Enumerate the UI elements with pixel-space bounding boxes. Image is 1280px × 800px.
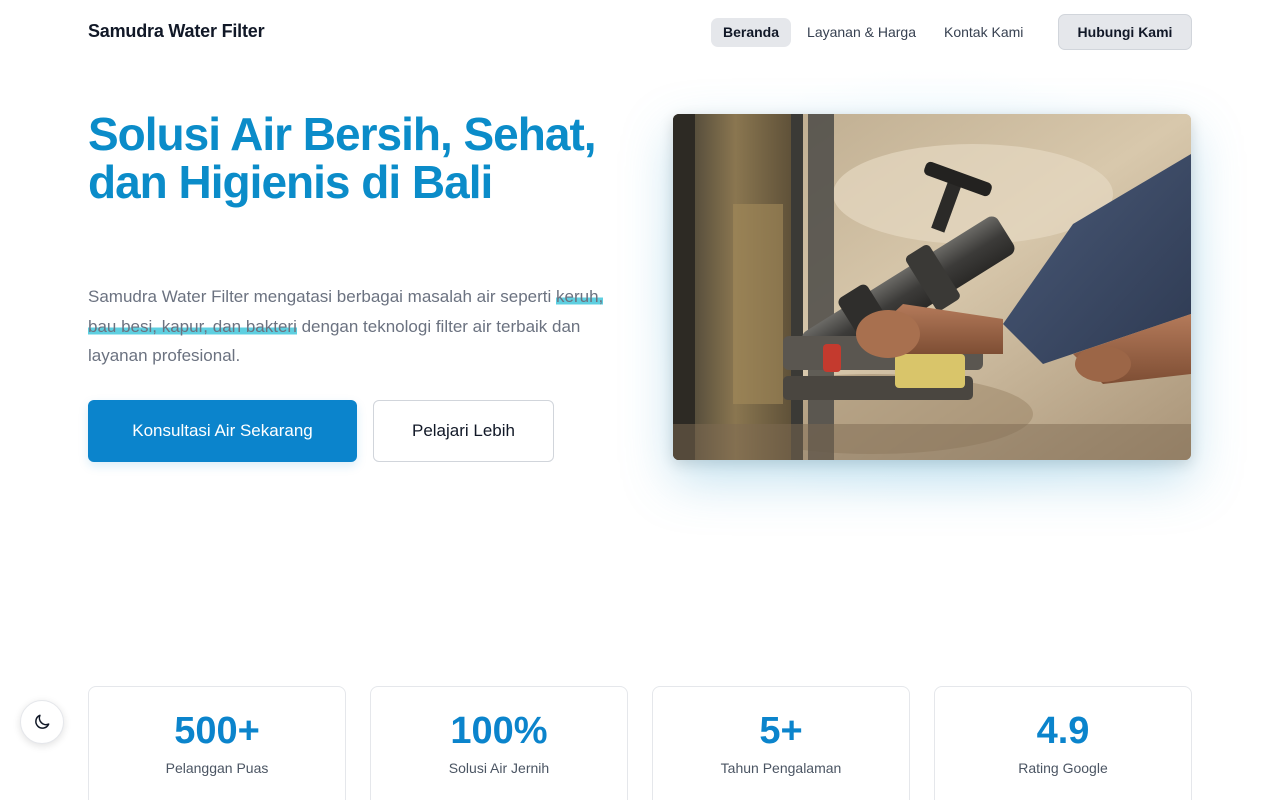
plumber-valve-illustration: [673, 114, 1191, 460]
hero-description: Samudra Water Filter mengatasi berbagai …: [88, 282, 618, 371]
stat-card-customers: 500+ Pelanggan Puas: [88, 686, 346, 800]
consult-button[interactable]: Konsultasi Air Sekarang: [88, 400, 357, 462]
hero-description-text: Samudra Water Filter mengatasi berbagai …: [88, 287, 557, 306]
stat-value: 4.9: [1036, 710, 1090, 752]
stat-value: 500+: [174, 710, 260, 752]
stat-label: Pelanggan Puas: [165, 760, 269, 776]
nav-item-layanan-harga[interactable]: Layanan & Harga: [795, 18, 928, 47]
hero-title: Solusi Air Bersih, Sehat, dan Higienis d…: [88, 108, 597, 208]
theme-toggle-button[interactable]: [20, 700, 64, 744]
stat-card-rating: 4.9 Rating Google: [934, 686, 1192, 800]
nav-item-kontak-kami[interactable]: Kontak Kami: [932, 18, 1035, 47]
stat-card-experience: 5+ Tahun Pengalaman: [652, 686, 910, 800]
learn-more-button[interactable]: Pelajari Lebih: [373, 400, 554, 462]
nav-item-beranda[interactable]: Beranda: [711, 18, 792, 47]
brand-logo[interactable]: Samudra Water Filter: [88, 21, 265, 42]
site-header: Samudra Water Filter Beranda Layanan & H…: [0, 0, 1280, 64]
stat-label: Rating Google: [1018, 760, 1108, 776]
hero-image: [673, 114, 1191, 460]
stat-label: Solusi Air Jernih: [448, 760, 550, 776]
stat-card-solutions: 100% Solusi Air Jernih: [370, 686, 628, 800]
stat-value: 100%: [450, 710, 548, 752]
main-nav: Beranda Layanan & Harga Kontak Kami: [711, 18, 1039, 47]
contact-button[interactable]: Hubungi Kami: [1058, 14, 1192, 50]
stat-label: Tahun Pengalaman: [720, 760, 842, 776]
stat-value: 5+: [759, 710, 803, 752]
moon-icon: [35, 714, 50, 729]
